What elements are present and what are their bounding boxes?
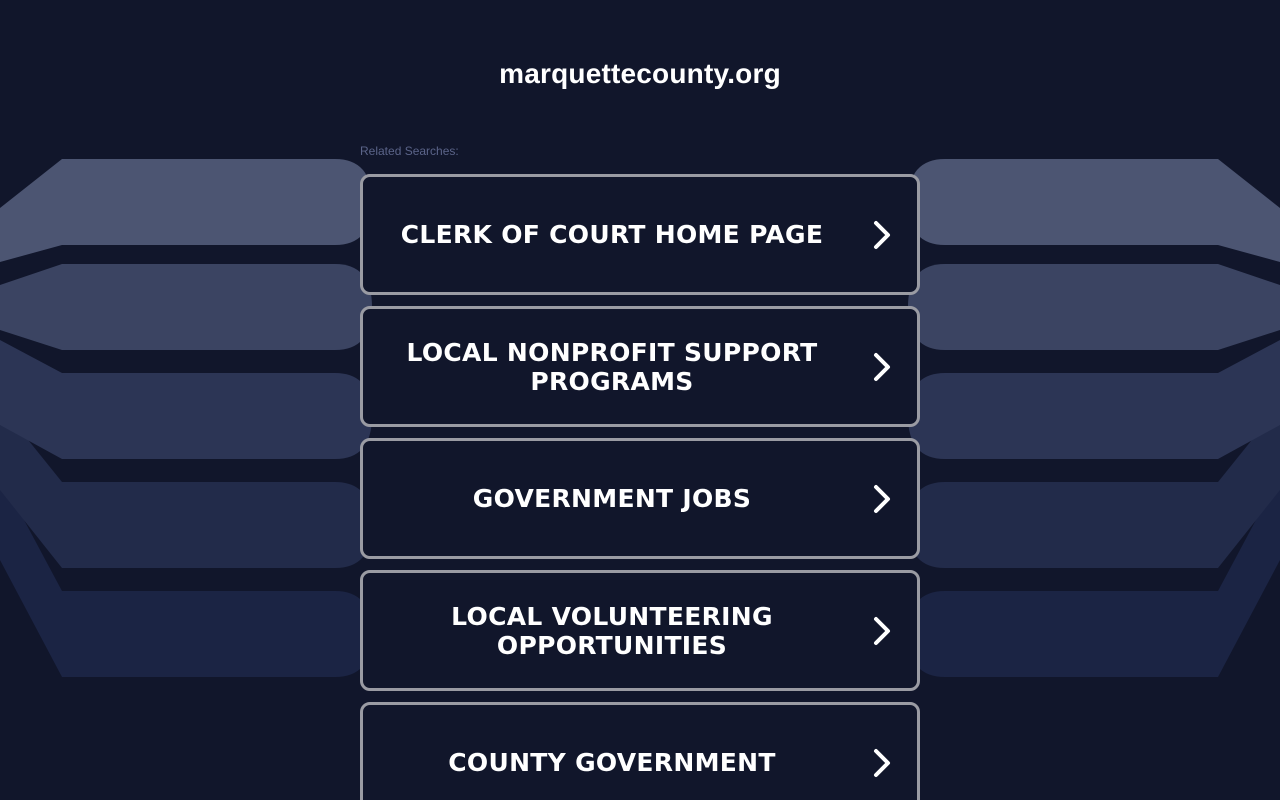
site-title: marquettecounty.org [499, 58, 781, 89]
left-shape-2 [0, 264, 372, 350]
related-searches-list: CLERK OF COURT HOME PAGE LOCAL NONPROFIT… [360, 174, 920, 800]
left-shape-3 [0, 340, 372, 459]
chevron-right-icon [874, 616, 890, 645]
page: marquettecounty.org Related Searches: CL… [0, 0, 1280, 800]
search-link-county-government[interactable]: COUNTY GOVERNMENT [360, 702, 920, 800]
chevron-right-icon [874, 352, 890, 381]
left-shape-1 [0, 159, 372, 262]
search-link-clerk-of-court[interactable]: CLERK OF COURT HOME PAGE [360, 174, 920, 295]
search-link-label: COUNTY GOVERNMENT [448, 748, 776, 777]
search-link-label: LOCAL VOLUNTEERING OPPORTUNITIES [451, 601, 773, 660]
right-shape-3 [908, 340, 1280, 459]
left-shapes [0, 159, 372, 677]
chevron-right-icon [874, 484, 890, 513]
related-searches-label: Related Searches: [360, 144, 459, 158]
right-shape-2 [908, 264, 1280, 350]
chevron-right-icon [874, 220, 890, 249]
search-link-government-jobs[interactable]: GOVERNMENT JOBS [360, 438, 920, 559]
right-shapes [908, 159, 1280, 677]
search-link-volunteering[interactable]: LOCAL VOLUNTEERING OPPORTUNITIES [360, 570, 920, 691]
search-link-label: GOVERNMENT JOBS [472, 484, 752, 513]
search-link-label: CLERK OF COURT HOME PAGE [400, 220, 824, 249]
search-link-nonprofit-support[interactable]: LOCAL NONPROFIT SUPPORT PROGRAMS [360, 306, 920, 427]
right-shape-1 [908, 159, 1280, 262]
search-link-label: LOCAL NONPROFIT SUPPORT PROGRAMS [406, 337, 818, 396]
chevron-right-icon [874, 748, 890, 777]
